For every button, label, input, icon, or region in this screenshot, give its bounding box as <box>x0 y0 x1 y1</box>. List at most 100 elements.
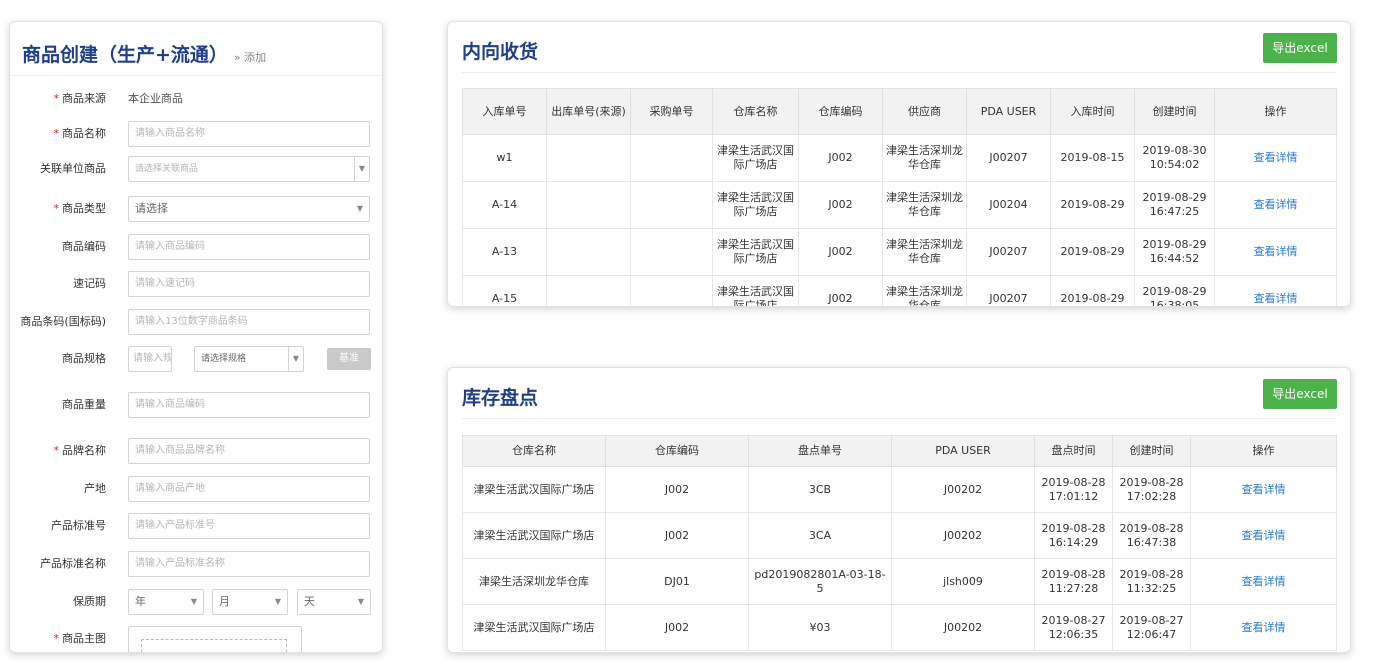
table-cell: DJ01 <box>605 558 749 605</box>
table-cell <box>546 228 631 276</box>
table-cell: J00202 <box>891 604 1035 651</box>
spec-input[interactable]: 请输入规 <box>128 346 172 372</box>
table-cell: 2019-08-27 12:06:47 <box>1112 604 1191 651</box>
chevron-down-icon: ▼ <box>288 347 303 371</box>
stock-title: 库存盘点 <box>462 387 539 409</box>
view-detail-link[interactable]: 查看详情 <box>1190 512 1337 559</box>
table-cell <box>630 134 713 182</box>
weight-label: 商品重量 <box>62 398 106 411</box>
stock-export-button[interactable]: 导出excel <box>1263 379 1337 409</box>
chevron-down-icon: ▼ <box>354 157 369 181</box>
breadcrumb-add[interactable]: » 添加 <box>234 49 266 65</box>
table-cell: pd2019082801A-03-18-5 <box>748 558 892 605</box>
table-row: 津梁生活武汉国际广场店 J002 ¥03 J00202 2019-08-27 12:06… <box>462 604 1337 651</box>
col-header: 创建时间 <box>1112 435 1191 467</box>
table-cell <box>630 228 713 276</box>
table-cell: 2019-08-15 <box>1050 134 1135 182</box>
table-cell: 2019-08-28 16:47:38 <box>1112 512 1191 559</box>
table-cell <box>630 181 713 229</box>
shelf-month-select[interactable]: 月 ▼ <box>212 589 288 615</box>
upload-dropzone[interactable] <box>141 639 287 652</box>
table-row: A-14 津梁生活武汉国际广场店 J002 津梁生活深圳龙华仓库 J00204 2019-… <box>462 181 1337 229</box>
related-select[interactable]: 请选择关联商品 ▼ <box>128 156 370 182</box>
chevron-down-icon: ▼ <box>356 204 363 213</box>
receive-title: 内向收货 <box>462 41 539 63</box>
row-main-image: * 商品主图 <box>10 626 382 652</box>
shelf-day-select[interactable]: 天 ▼ <box>297 589 371 615</box>
name-input[interactable]: 请输入商品名称 <box>128 121 370 147</box>
table-cell: J00204 <box>966 181 1051 229</box>
row-related: 关联单位商品 请选择关联商品 ▼ <box>10 156 382 182</box>
table-cell: J00202 <box>891 512 1035 559</box>
row-weight: 商品重量 请输入商品编码 <box>10 392 382 418</box>
view-detail-link[interactable]: 查看详情 <box>1190 558 1337 605</box>
table-cell: J00207 <box>966 275 1051 306</box>
table-cell: A-13 <box>462 228 547 276</box>
brand-input[interactable]: 请输入商品品牌名称 <box>128 438 370 464</box>
row-brand: * 品牌名称 请输入商品品牌名称 <box>10 438 382 464</box>
table-cell: 2019-08-28 11:27:28 <box>1034 558 1113 605</box>
receive-export-button[interactable]: 导出excel <box>1263 33 1337 63</box>
row-name: * 商品名称 请输入商品名称 <box>10 121 382 147</box>
product-create-form: 商品创建（生产+流通） » 添加 * 商品来源 本企业商品 * 商品名称 请输入商品… <box>9 21 383 653</box>
table-cell: 2019-08-29 <box>1050 228 1135 276</box>
view-detail-link[interactable]: 查看详情 <box>1214 134 1337 182</box>
table-cell: 津梁生活武汉国际广场店 <box>462 466 606 513</box>
row-code: 商品编码 请输入商品编码 <box>10 234 382 260</box>
table-cell: 2019-08-29 16:38:05 <box>1134 275 1215 306</box>
origin-input[interactable]: 请输入商品产地 <box>128 476 370 502</box>
required-mark: * <box>53 444 60 457</box>
table-cell: 津梁生活武汉国际广场店 <box>712 134 799 182</box>
spec-select-value: 请选择规格 <box>201 354 247 364</box>
type-select[interactable]: 请选择 ▼ <box>128 196 370 222</box>
standard-input[interactable]: 请输入产品标准号 <box>128 513 370 539</box>
shelf-label: 保质期 <box>73 595 106 608</box>
col-header: 仓库编码 <box>605 435 749 467</box>
view-detail-link[interactable]: 查看详情 <box>1190 466 1337 513</box>
stock-take-panel: 库存盘点 导出excel 仓库名称 仓库编码 盘点单号 PDA USER 盘点时… <box>447 367 1351 653</box>
view-detail-link[interactable]: 查看详情 <box>1190 604 1337 651</box>
row-memo: 速记码 请输入速记码 <box>10 271 382 297</box>
row-barcode: 商品条码(国标码) 请输入13位数字商品条码 <box>10 309 382 335</box>
name-label: 商品名称 <box>62 127 106 140</box>
barcode-label: 商品条码(国标码) <box>20 315 106 328</box>
spec-select[interactable]: 请选择规格 ▼ <box>194 346 304 372</box>
table-cell <box>630 275 713 306</box>
code-input[interactable]: 请输入商品编码 <box>128 234 370 260</box>
table-cell: J002 <box>605 512 749 559</box>
brand-label: 品牌名称 <box>62 444 106 457</box>
table-cell: ¥03 <box>748 604 892 651</box>
table-cell <box>546 134 631 182</box>
table-row: w1 津梁生活武汉国际广场店 J002 津梁生活深圳龙华仓库 J00207 2019-08… <box>462 134 1337 182</box>
view-detail-link[interactable]: 查看详情 <box>1214 228 1337 276</box>
code-label: 商品编码 <box>62 240 106 253</box>
table-cell: w1 <box>462 134 547 182</box>
view-detail-link[interactable]: 查看详情 <box>1214 275 1337 306</box>
table-cell: 2019-08-27 12:06:35 <box>1034 604 1113 651</box>
table-cell <box>546 181 631 229</box>
required-mark: * <box>53 202 60 215</box>
table-cell: J00207 <box>966 134 1051 182</box>
table-cell: 津梁生活深圳龙华仓库 <box>882 228 967 276</box>
memo-input[interactable]: 请输入速记码 <box>128 271 370 297</box>
view-detail-link[interactable]: 查看详情 <box>1214 181 1337 229</box>
table-cell: J002 <box>798 181 883 229</box>
form-header: 商品创建（生产+流通） » 添加 <box>10 22 382 76</box>
barcode-input[interactable]: 请输入13位数字商品条码 <box>128 309 370 335</box>
receive-header: 内向收货 导出excel <box>462 22 1337 73</box>
shelf-year-select[interactable]: 年 ▼ <box>128 589 204 615</box>
chevron-down-icon: ▼ <box>357 597 364 606</box>
main-image-upload[interactable] <box>128 626 302 652</box>
shelf-day: 天 <box>304 595 315 608</box>
weight-input[interactable]: 请输入商品编码 <box>128 392 370 418</box>
table-cell: 2019-08-30 10:54:02 <box>1134 134 1215 182</box>
table-cell: J002 <box>798 134 883 182</box>
table-cell: J00202 <box>891 466 1035 513</box>
table-cell: 2019-08-29 16:44:52 <box>1134 228 1215 276</box>
standard-name-label: 产品标准名称 <box>40 557 106 570</box>
inbound-receive-panel: 内向收货 导出excel 入库单号 出库单号(来源) 采购单号 仓库名称 仓库编… <box>447 21 1351 307</box>
standard-name-input[interactable]: 请输入产品标准名称 <box>128 551 370 577</box>
row-shelf-life: 保质期 年 ▼ 月 ▼ 天 ▼ <box>10 589 382 615</box>
spec-base-button[interactable]: 基准 <box>327 348 371 370</box>
col-header: 仓库名称 <box>462 435 606 467</box>
